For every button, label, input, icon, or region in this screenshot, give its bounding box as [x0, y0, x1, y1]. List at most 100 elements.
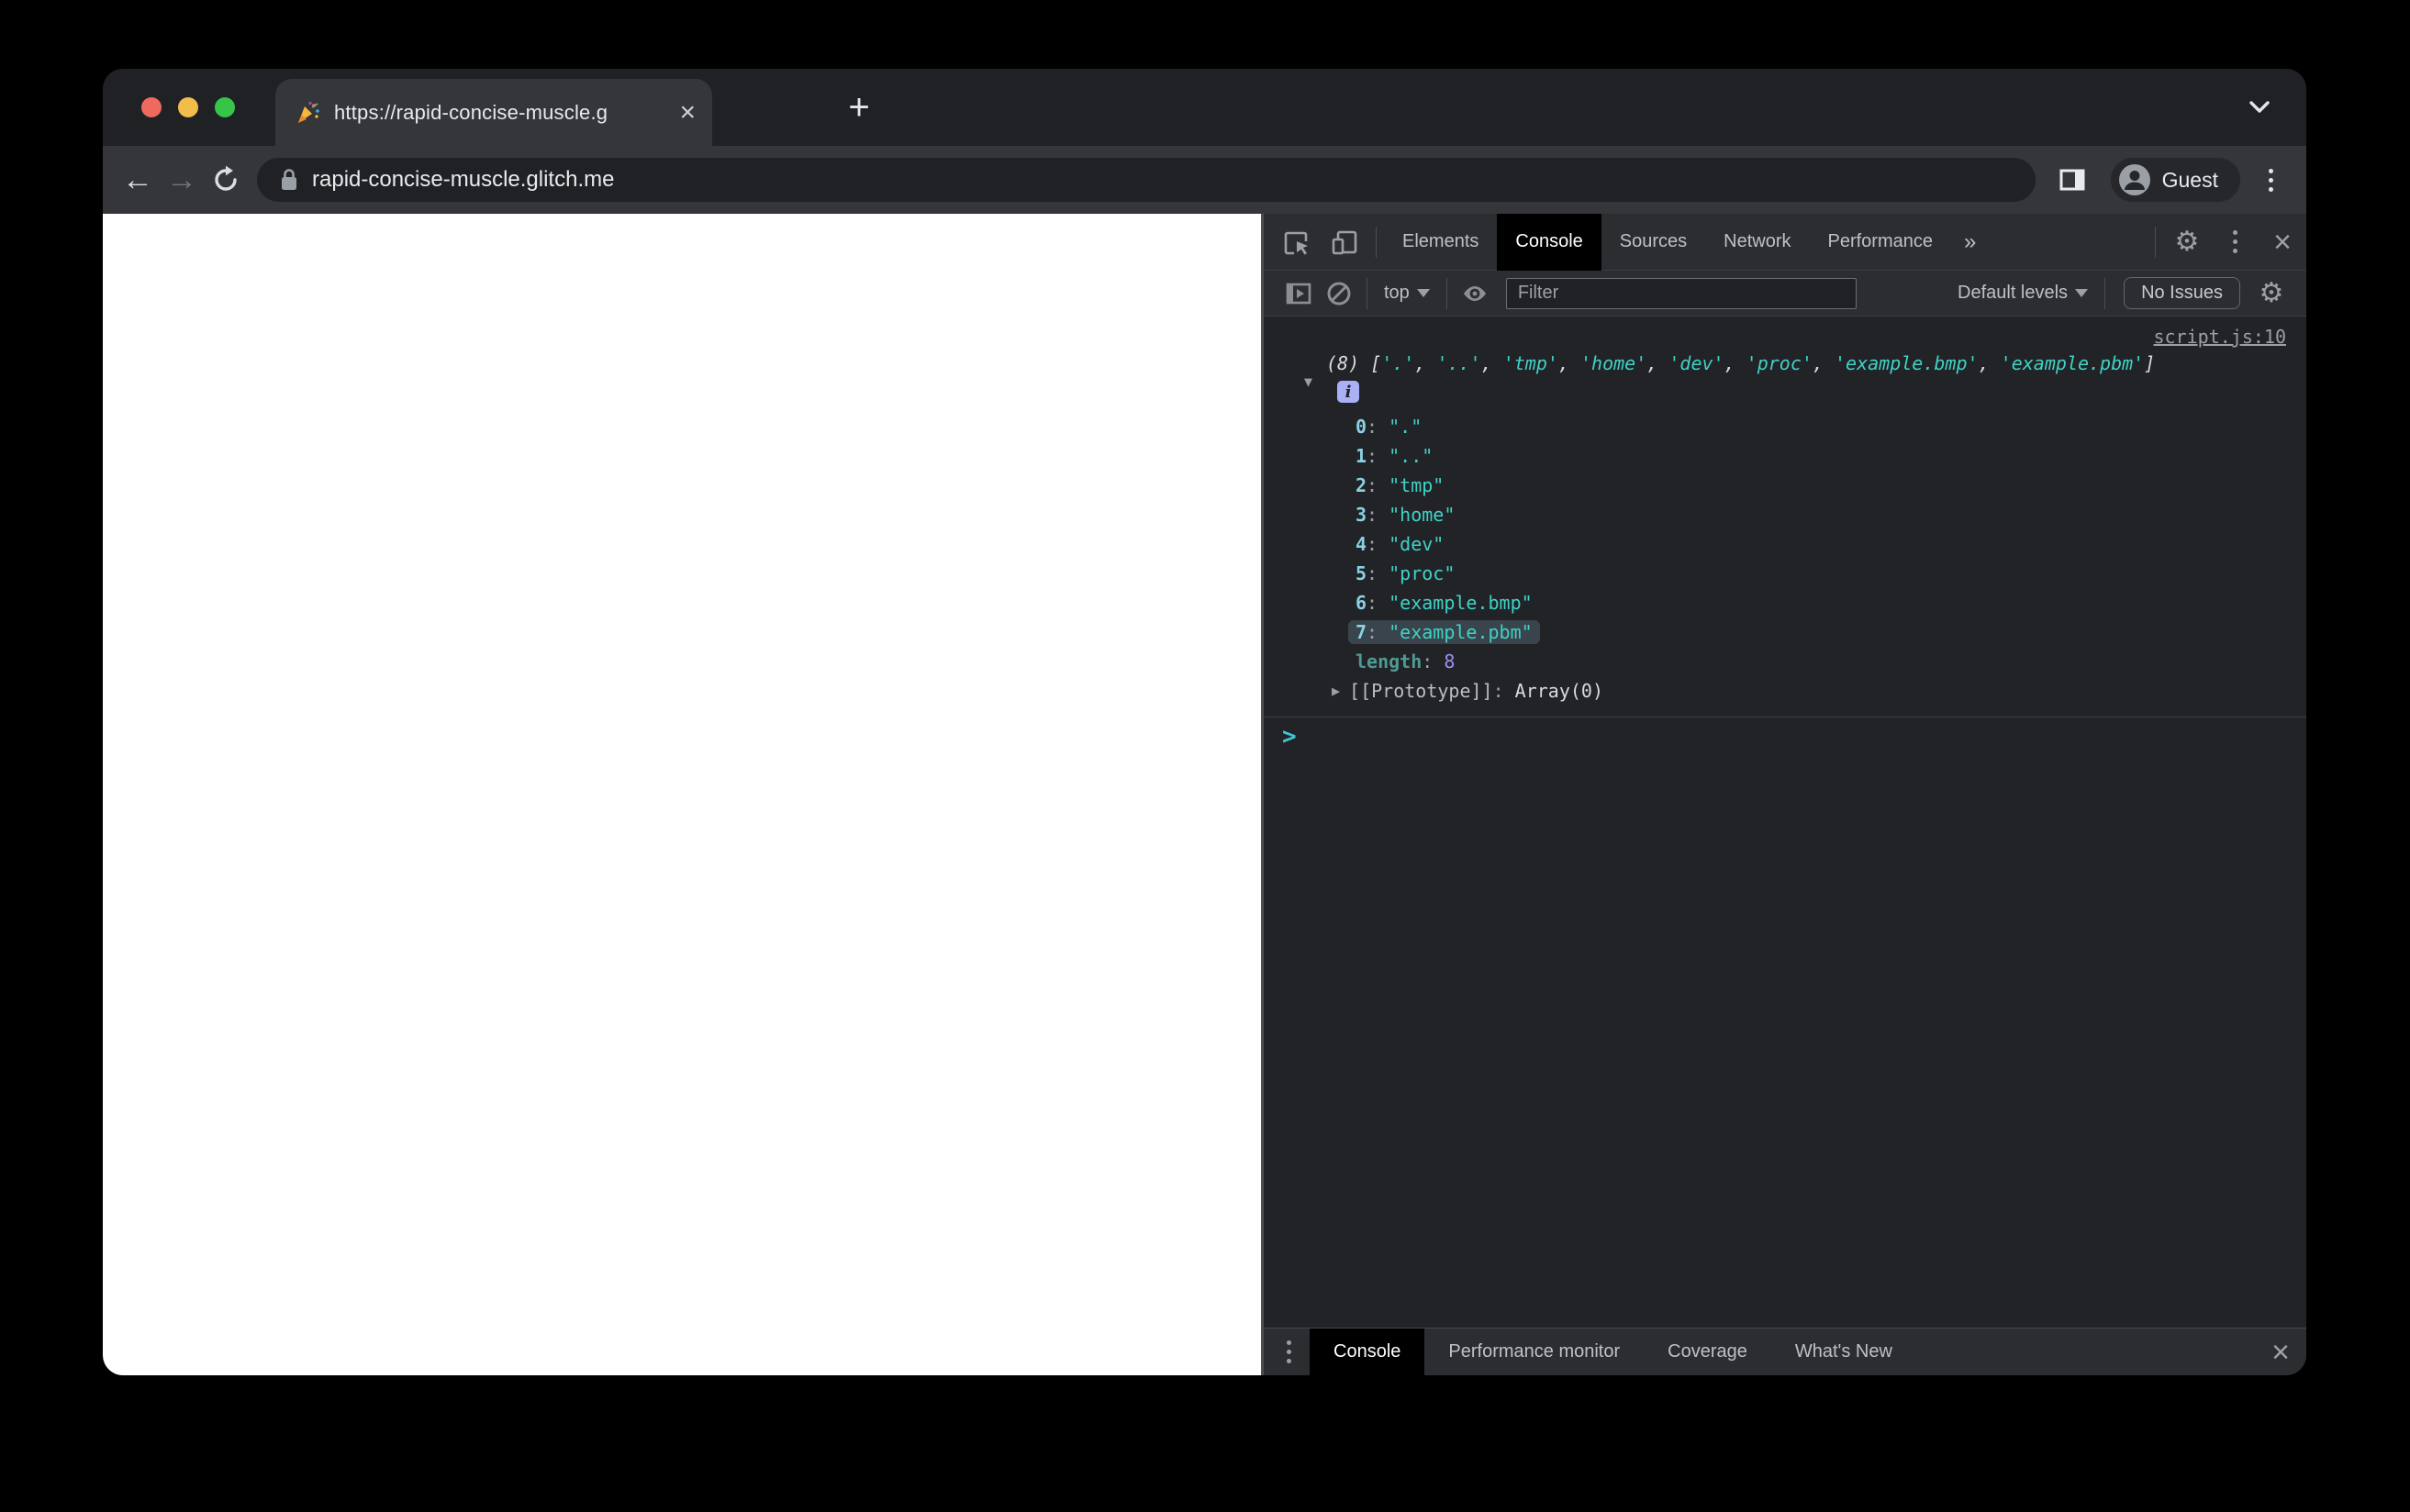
devtools-tab-console[interactable]: Console — [1497, 213, 1601, 271]
devtools-menu-button[interactable] — [2211, 214, 2259, 271]
drawer-tab-console[interactable]: Console — [1310, 1328, 1425, 1375]
collapsed-caret-icon[interactable]: ▶ — [1332, 683, 1340, 699]
expand-caret-icon[interactable]: ▼ — [1304, 373, 1312, 390]
drawer-tab-coverage[interactable]: Coverage — [1644, 1329, 1771, 1376]
devtools-tab-elements[interactable]: Elements — [1384, 214, 1497, 271]
profile-button[interactable]: Guest — [2110, 158, 2240, 202]
url-text: rapid-concise-muscle.glitch.me — [312, 167, 615, 192]
tab-search-chevron-icon[interactable] — [2246, 98, 2273, 117]
array-length-row[interactable]: length: 8 — [1264, 647, 2306, 676]
array-preview[interactable]: (8) ['.', '..', 'tmp', 'home', 'dev', 'p… — [1326, 350, 2306, 377]
drawer-menu-button[interactable] — [1275, 1330, 1302, 1374]
reload-button[interactable] — [204, 158, 248, 202]
devtools-drawer: Console Performance monitor Coverage What's… — [1264, 1328, 2306, 1375]
log-levels-selector[interactable]: Default levels — [1948, 283, 2097, 304]
prototype-label: [[Prototype]] — [1349, 680, 1493, 702]
console-sidebar-icon — [1286, 283, 1311, 304]
devtools-panel: Elements Console Sources Network Performance… — [1264, 213, 2306, 1375]
device-toolbar-button[interactable] — [1321, 214, 1368, 271]
browser-toolbar: ← → rapid-concise-muscle.glitch.me Guest — [103, 146, 2306, 214]
tab-close-icon[interactable]: × — [679, 98, 696, 127]
console-info-icon: i — [1337, 381, 1359, 403]
address-bar[interactable]: rapid-concise-muscle.glitch.me — [257, 158, 2036, 202]
inspect-cursor-icon — [1284, 231, 1308, 255]
avatar-icon — [2118, 164, 2150, 195]
array-item-row-4[interactable]: 4: "dev" — [1264, 529, 2306, 559]
divider — [1376, 226, 1377, 258]
party-popper-favicon-icon — [298, 101, 319, 123]
lock-icon — [282, 169, 296, 190]
gear-icon: ⚙ — [2259, 277, 2284, 308]
no-issues-button[interactable]: No Issues — [2124, 277, 2240, 309]
drawer-close-button[interactable]: × — [2271, 1337, 2290, 1368]
divider — [2104, 277, 2106, 309]
devtools-close-button[interactable]: × — [2259, 214, 2306, 271]
array-item-row-2[interactable]: 2: "tmp" — [1264, 471, 2306, 500]
clear-console-button[interactable] — [1319, 271, 1359, 317]
tab-strip: https://rapid-concise-muscle.g × + — [103, 69, 2306, 146]
browser-tab[interactable]: https://rapid-concise-muscle.g × — [275, 79, 712, 146]
array-preview-values: '.', '..', 'tmp', 'home', 'dev', 'proc',… — [1381, 352, 2145, 374]
array-rows: 0: "." 1: ".." 2: "tmp" 3: "home" 4: "dev" 5:… — [1264, 412, 2306, 647]
tab-title: https://rapid-concise-muscle.g — [334, 100, 671, 125]
devtools-panel-tabs: Elements Console Sources Network Performance — [1384, 213, 1952, 271]
browser-menu-button[interactable] — [2257, 158, 2284, 202]
prototype-value: Array(0) — [1514, 680, 1603, 702]
kebab-menu-icon — [2221, 220, 2248, 264]
array-item-row-7[interactable]: 7: "example.pbm" — [1264, 617, 2306, 647]
devtools-tab-network[interactable]: Network — [1705, 214, 1809, 271]
drawer-tab-what-s-new[interactable]: What's New — [1771, 1329, 1916, 1376]
length-value: 8 — [1444, 650, 1456, 673]
profile-name: Guest — [2161, 167, 2218, 192]
prototype-row[interactable]: ▶ [[Prototype]]: Array(0) — [1264, 676, 2306, 706]
close-icon: × — [2273, 224, 2292, 260]
divider — [2155, 226, 2156, 258]
array-item-row-5[interactable]: 5: "proc" — [1264, 559, 2306, 588]
context-selector-label: top — [1384, 283, 1410, 303]
inspect-element-button[interactable] — [1273, 214, 1321, 271]
devtools-tabbar: Elements Console Sources Network Performance… — [1264, 213, 2306, 271]
chevron-down-icon — [1416, 289, 1430, 297]
browser-window: https://rapid-concise-muscle.g × + ← → r… — [103, 69, 2306, 1375]
source-link[interactable]: script.js:10 — [2154, 326, 2287, 348]
devtools-tab-sources[interactable]: Sources — [1601, 214, 1705, 271]
more-tabs-button[interactable]: » — [1951, 229, 1989, 255]
chevron-down-icon — [2075, 289, 2089, 297]
console-output[interactable]: script.js:10 ▼ (8) ['.', '..', 'tmp', 'h… — [1264, 317, 2306, 1328]
array-item-row-0[interactable]: 0: "." — [1264, 412, 2306, 441]
new-tab-button[interactable]: + — [831, 69, 887, 146]
back-arrow-icon: ← — [122, 162, 153, 197]
macos-traffic-lights — [141, 69, 235, 146]
array-count-badge: (8) — [1326, 352, 1360, 374]
array-item-row-1[interactable]: 1: ".." — [1264, 441, 2306, 471]
gear-icon: ⚙ — [2174, 226, 2200, 257]
prompt-chevron-icon: > — [1282, 723, 1297, 750]
console-settings-button[interactable]: ⚙ — [2251, 271, 2292, 317]
eye-icon — [1463, 285, 1486, 301]
devtools-tab-performance[interactable]: Performance — [1810, 214, 1952, 271]
drawer-tabs: Console Performance monitor Coverage What's… — [1310, 1328, 1916, 1376]
forward-button[interactable]: → — [160, 158, 204, 202]
device-toolbar-icon — [1332, 230, 1357, 254]
array-item-row-6[interactable]: 6: "example.bmp" — [1264, 588, 2306, 617]
console-toolbar: top Default levels No Issue — [1264, 271, 2306, 317]
minimize-window-button[interactable] — [178, 97, 198, 117]
divider — [1445, 277, 1447, 309]
console-filter-input[interactable] — [1505, 277, 1857, 309]
tab-title-fade — [628, 100, 671, 125]
context-selector[interactable]: top — [1375, 283, 1439, 304]
page-viewport[interactable] — [103, 214, 1261, 1375]
forward-arrow-icon: → — [166, 162, 197, 197]
back-button[interactable]: ← — [116, 158, 160, 202]
reload-icon — [215, 165, 237, 191]
array-item-row-3[interactable]: 3: "home" — [1264, 500, 2306, 529]
drawer-tab-performance-monitor[interactable]: Performance monitor — [1424, 1329, 1644, 1376]
console-prompt[interactable]: > — [1264, 717, 2306, 749]
side-panel-icon — [2059, 169, 2085, 191]
zoom-window-button[interactable] — [215, 97, 235, 117]
side-panel-button[interactable] — [2050, 158, 2094, 202]
devtools-settings-button[interactable]: ⚙ — [2163, 214, 2211, 271]
close-window-button[interactable] — [141, 97, 162, 117]
live-expression-button[interactable] — [1455, 271, 1495, 317]
console-sidebar-toggle-button[interactable] — [1278, 271, 1319, 317]
